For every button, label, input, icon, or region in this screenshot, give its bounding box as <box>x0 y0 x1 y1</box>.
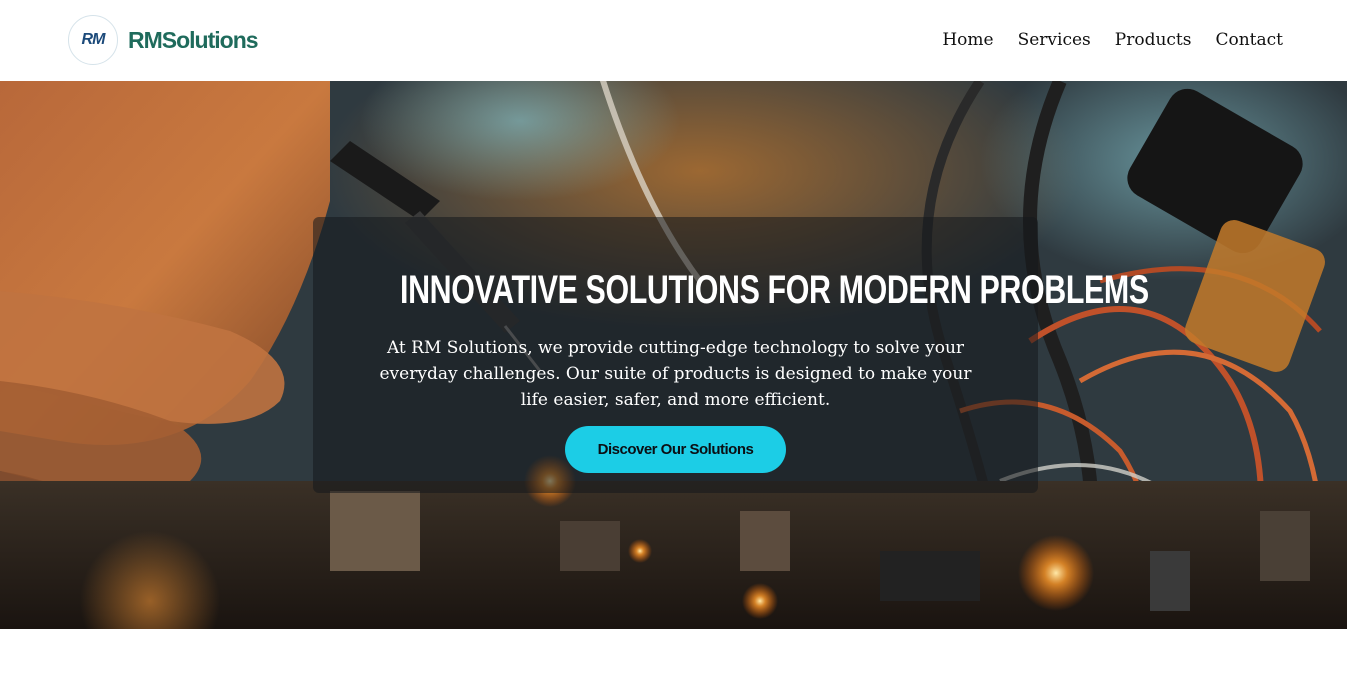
hero-section: INNOVATIVE SOLUTIONS FOR MODERN PROBLEMS… <box>0 81 1347 629</box>
hero-description: At RM Solutions, we provide cutting-edge… <box>379 338 972 410</box>
hero-title: INNOVATIVE SOLUTIONS FOR MODERN PROBLEMS <box>400 267 1149 312</box>
hero-content-box: INNOVATIVE SOLUTIONS FOR MODERN PROBLEMS… <box>313 217 1149 493</box>
brand-name: RMSolutions <box>128 26 259 53</box>
nav-home[interactable]: Home <box>942 30 993 50</box>
site-header: RM RMSolutions Home Services Products Co… <box>0 0 1347 81</box>
main-nav: Home Services Products Contact <box>942 30 1283 50</box>
discover-solutions-button[interactable]: Discover Our Solutions <box>565 426 786 473</box>
brand-logo[interactable]: RM RMSolutions <box>68 15 259 65</box>
nav-products[interactable]: Products <box>1115 30 1192 50</box>
nav-contact[interactable]: Contact <box>1215 30 1283 50</box>
logo-badge: RM <box>68 15 118 65</box>
nav-services[interactable]: Services <box>1018 30 1091 50</box>
